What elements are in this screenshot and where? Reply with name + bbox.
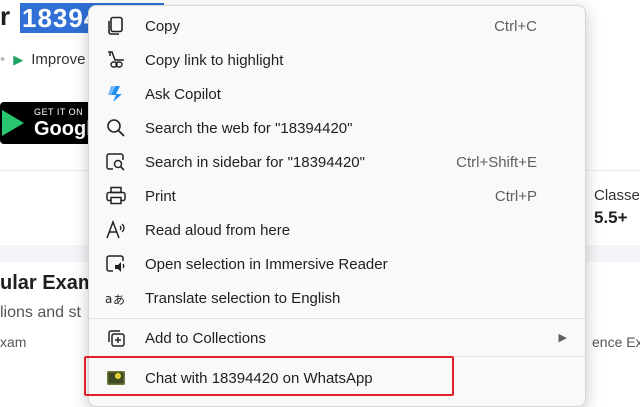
svg-text:あ: あ <box>113 293 125 307</box>
collections-icon <box>105 328 127 348</box>
menu-item-shortcut: Ctrl+C <box>494 18 537 35</box>
play-triangle-icon: ▶ <box>13 52 24 67</box>
link-highlight-icon <box>105 50 127 70</box>
menu-item-label: Search the web for "18394420" <box>145 120 353 137</box>
bullet-dot-icon: • <box>0 51 6 68</box>
menu-item-label: Add to Collections <box>145 330 266 347</box>
exam-tab-left[interactable]: xam <box>0 334 26 350</box>
menu-item-label: Print <box>145 188 176 205</box>
menu-item-label: Copy <box>145 18 181 35</box>
svg-text:a: a <box>105 292 112 306</box>
menu-item-read-aloud[interactable]: Read aloud from here <box>89 213 585 247</box>
submenu-arrow-icon: ▶ <box>558 332 567 344</box>
menu-item-label: Open selection in Immersive Reader <box>145 256 388 273</box>
copilot-icon <box>105 84 127 104</box>
improve-link[interactable]: • ▶ Improve <box>0 51 85 68</box>
menu-item-label: Translate selection to English <box>145 290 341 307</box>
copy-icon <box>105 16 127 36</box>
badge-small-text: GET IT ON <box>34 107 84 117</box>
read-aloud-icon <box>105 220 127 240</box>
menu-item-search-web[interactable]: Search the web for "18394420" <box>89 111 585 145</box>
immersive-reader-icon <box>105 254 127 274</box>
exam-tab-right[interactable]: ence Exa <box>592 334 640 350</box>
menu-item-translate[interactable]: aあ Translate selection to English <box>89 281 585 315</box>
printer-icon <box>105 186 127 206</box>
menu-item-print[interactable]: Print Ctrl+P <box>89 179 585 213</box>
menu-item-copy[interactable]: Copy Ctrl+C <box>89 9 585 43</box>
menu-item-copy-link-to-highlight[interactable]: Copy link to highlight <box>89 43 585 77</box>
translate-icon: aあ <box>105 288 127 308</box>
search-icon <box>105 118 127 138</box>
menu-item-label: Copy link to highlight <box>145 52 284 69</box>
exams-subtitle: lions and st <box>0 304 81 321</box>
context-menu: Copy Ctrl+C Copy link to highlight Ask C… <box>88 5 586 407</box>
menu-item-shortcut: Ctrl+Shift+E <box>456 154 537 171</box>
menu-item-label: Search in sidebar for "18394420" <box>145 154 365 171</box>
menu-item-search-sidebar[interactable]: Search in sidebar for "18394420" Ctrl+Sh… <box>89 145 585 179</box>
classes-label: Classes <box>594 187 640 204</box>
menu-separator <box>89 318 585 319</box>
menu-item-immersive-reader[interactable]: Open selection in Immersive Reader <box>89 247 585 281</box>
annotation-highlight-box <box>84 356 454 396</box>
menu-item-label: Read aloud from here <box>145 222 291 239</box>
page-heading-prefix: r <box>0 1 11 31</box>
classes-value: 5.5+ <box>594 208 628 227</box>
google-play-badge[interactable]: GET IT ON Google <box>0 102 103 144</box>
sidebar-search-icon <box>105 152 127 172</box>
menu-item-add-to-collections[interactable]: Add to Collections ▶ <box>89 321 585 355</box>
menu-item-shortcut: Ctrl+P <box>494 188 537 205</box>
google-play-icon <box>2 110 24 136</box>
menu-item-ask-copilot[interactable]: Ask Copilot <box>89 77 585 111</box>
menu-item-label: Ask Copilot <box>145 86 221 103</box>
